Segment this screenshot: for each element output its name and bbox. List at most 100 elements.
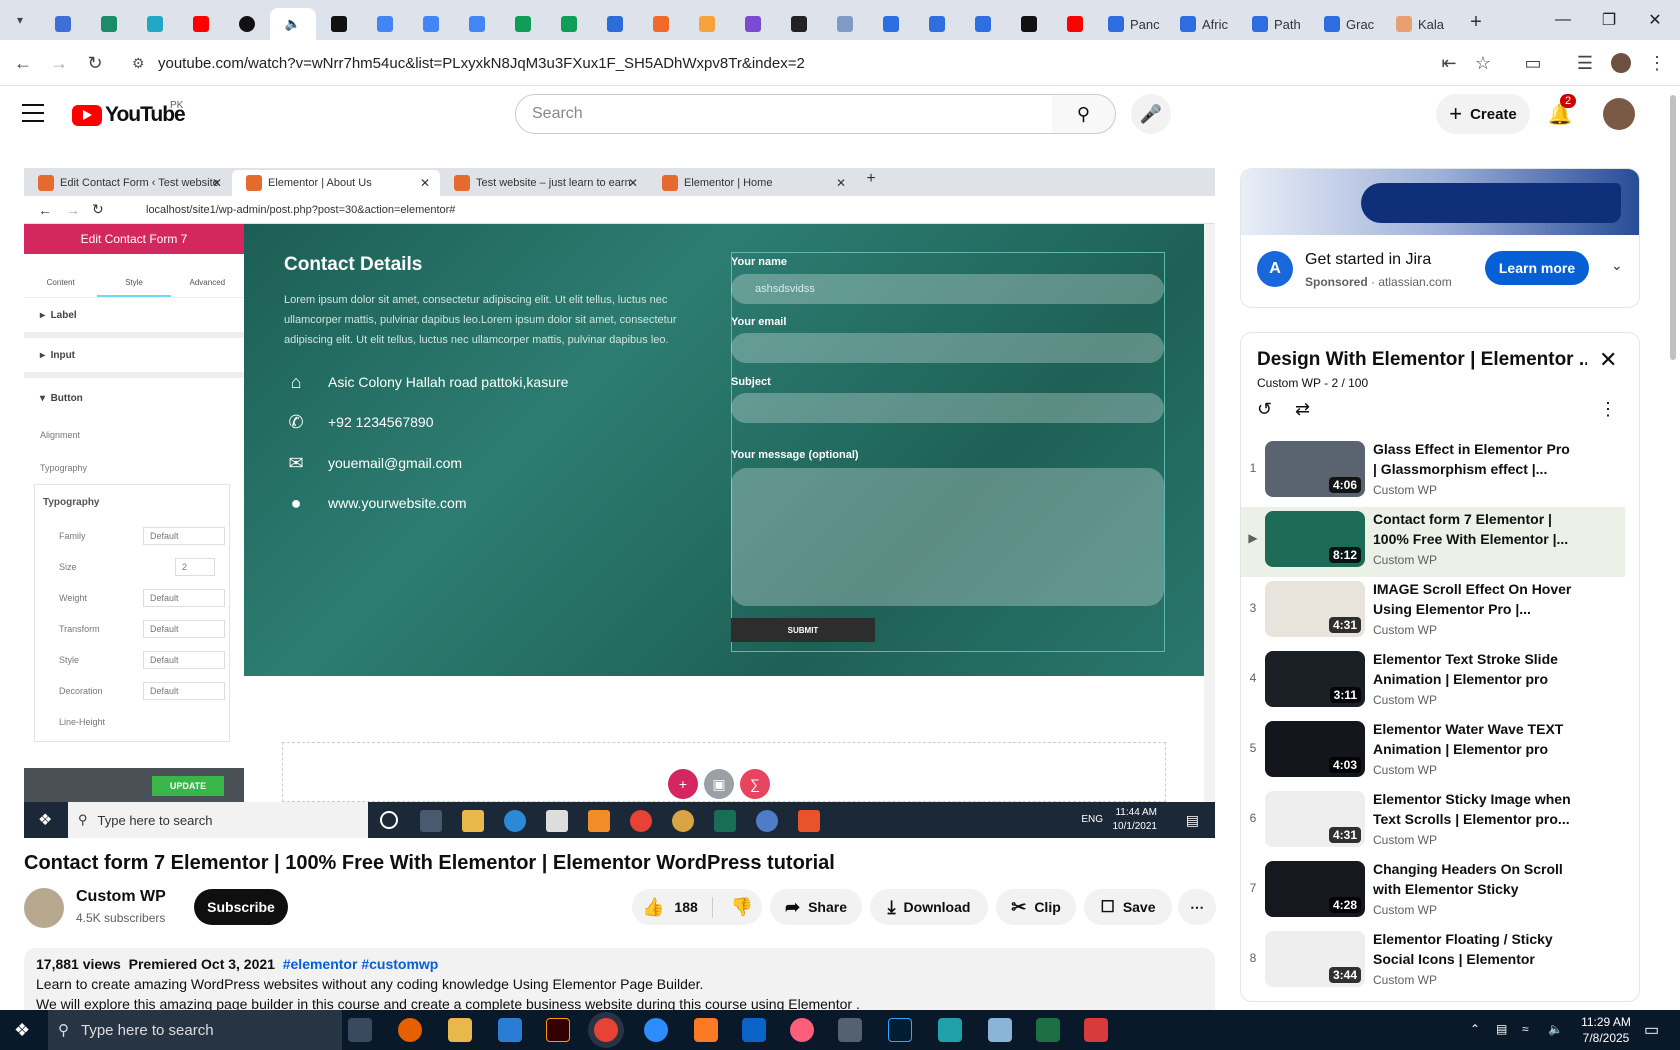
playlist-item[interactable]: 4 3:11 Elementor Text Stroke Slide Animati…: [1241, 647, 1625, 717]
page-scrollbar[interactable]: [1670, 95, 1676, 360]
browser-tab[interactable]: [960, 8, 1006, 40]
search-input[interactable]: Search: [515, 94, 1053, 134]
sponsored-ad[interactable]: A Get started in Jira Sponsored · atlass…: [1240, 168, 1640, 308]
volume-icon[interactable]: 🔈: [1548, 1022, 1563, 1036]
playlist-video-title[interactable]: Elementor Text Stroke Slide Animation | …: [1373, 649, 1573, 689]
address-bar[interactable]: ⚙ youtube.com/watch?v=wNrr7hm54uc&list=P…: [118, 45, 1458, 81]
wifi-icon[interactable]: ≈: [1522, 1022, 1529, 1036]
outlook-icon[interactable]: [742, 1018, 766, 1042]
browser-tab[interactable]: [914, 8, 960, 40]
illustrator-icon[interactable]: [546, 1018, 570, 1042]
video-thumbnail[interactable]: 4:31: [1265, 581, 1365, 637]
windows-start-icon[interactable]: ❖: [14, 1020, 30, 1041]
save-button[interactable]: ☐ Save: [1084, 889, 1172, 925]
video-thumbnail[interactable]: 4:06: [1265, 441, 1365, 497]
video-thumbnail[interactable]: 8:12: [1265, 511, 1365, 567]
chevron-down-icon[interactable]: ⌄: [1611, 257, 1623, 274]
close-icon[interactable]: ✕: [1599, 347, 1617, 373]
channel-avatar[interactable]: [24, 888, 64, 928]
browser-tab[interactable]: [684, 8, 730, 40]
more-actions-button[interactable]: ⋯: [1178, 889, 1216, 925]
network-icon[interactable]: ▤: [1496, 1022, 1507, 1036]
app-icon[interactable]: [938, 1018, 962, 1042]
photoshop-icon[interactable]: [888, 1018, 912, 1042]
chrome-menu-icon[interactable]: ⋮: [1642, 48, 1672, 78]
voice-search-button[interactable]: 🎤: [1131, 94, 1171, 134]
playlist-item[interactable]: ▶ 8:12 Contact form 7 Elementor | 100% Fre…: [1241, 507, 1625, 577]
browser-tab[interactable]: [362, 8, 408, 40]
video-thumbnail[interactable]: 4:28: [1265, 861, 1365, 917]
task-view-icon[interactable]: [348, 1018, 372, 1042]
browser-tab[interactable]: Kala: [1386, 8, 1458, 40]
browser-tab[interactable]: [776, 8, 822, 40]
browser-tab-active[interactable]: 🔈: [270, 8, 316, 40]
back-icon[interactable]: ←: [8, 48, 38, 78]
browser-tab[interactable]: [500, 8, 546, 40]
xampp-icon[interactable]: [694, 1018, 718, 1042]
browser-tab[interactable]: Path: [1242, 8, 1314, 40]
taskbar-clock[interactable]: 11:29 AM 7/8/2025: [1576, 1014, 1636, 1046]
playlist-item[interactable]: 6 4:31 Elementor Sticky Image when Text Sc…: [1241, 787, 1625, 857]
minimize-button[interactable]: —: [1540, 0, 1586, 40]
loop-icon[interactable]: ↺: [1257, 399, 1272, 420]
share-button[interactable]: ➦ Share: [770, 889, 862, 925]
tray-chevron-icon[interactable]: ⌃: [1470, 1022, 1480, 1036]
close-window-button[interactable]: ✕: [1632, 0, 1678, 40]
app-icon[interactable]: [1084, 1018, 1108, 1042]
clip-button[interactable]: ✂ Clip: [996, 889, 1076, 925]
playlist-video-title[interactable]: Elementor Floating / Sticky Social Icons…: [1373, 929, 1573, 969]
site-info-icon[interactable]: ⚙: [132, 55, 145, 72]
maximize-button[interactable]: ❐: [1586, 0, 1632, 40]
browser-tab[interactable]: [546, 8, 592, 40]
notifications-icon[interactable]: ▭: [1644, 1020, 1659, 1040]
create-button[interactable]: + Create: [1436, 94, 1530, 134]
browser-tab[interactable]: [730, 8, 776, 40]
browser-tab[interactable]: [822, 8, 868, 40]
playlist-video-title[interactable]: IMAGE Scroll Effect On Hover Using Eleme…: [1373, 579, 1573, 619]
browser-tab[interactable]: Panc: [1098, 8, 1170, 40]
chrome-icon[interactable]: [594, 1018, 618, 1042]
zoom-icon[interactable]: [644, 1018, 668, 1042]
hashtags[interactable]: #elementor #customwp: [283, 956, 439, 972]
video-player[interactable]: Edit Contact Form ‹ Test website ✕ Elemen…: [24, 168, 1215, 838]
playlist-item[interactable]: 8 3:44 Elementor Floating / Sticky Social …: [1241, 927, 1625, 997]
playlist-video-title[interactable]: Elementor Water Wave TEXT Animation | El…: [1373, 719, 1573, 759]
install-app-icon[interactable]: ⇤: [1434, 48, 1464, 78]
tab-search-icon[interactable]: ▾: [0, 0, 40, 40]
more-icon[interactable]: ⋮: [1599, 399, 1617, 420]
creative-cloud-icon[interactable]: [790, 1018, 814, 1042]
playlist-video-title[interactable]: Changing Headers On Scroll with Elemento…: [1373, 859, 1573, 899]
bookmark-star-icon[interactable]: ☆: [1468, 48, 1498, 78]
playlist-item[interactable]: 5 4:03 Elementor Water Wave TEXT Animation…: [1241, 717, 1625, 787]
browser-tab[interactable]: [86, 8, 132, 40]
notepad-icon[interactable]: [988, 1018, 1012, 1042]
pen-tool-icon[interactable]: [838, 1018, 862, 1042]
playlist-video-title[interactable]: Elementor Sticky Image when Text Scrolls…: [1373, 789, 1573, 829]
browser-tab[interactable]: [408, 8, 454, 40]
video-thumbnail[interactable]: 4:31: [1265, 791, 1365, 847]
account-avatar[interactable]: [1603, 98, 1635, 130]
browser-tab[interactable]: [132, 8, 178, 40]
browser-tab[interactable]: [316, 8, 362, 40]
playlist-item[interactable]: 1 4:06 Glass Effect in Elementor Pro | Gla…: [1241, 437, 1625, 507]
like-button[interactable]: 👍 188: [642, 896, 713, 918]
playlist-video-title[interactable]: Glass Effect in Elementor Pro | Glassmor…: [1373, 439, 1573, 479]
playlist-title[interactable]: Design With Elementor | Elementor ...: [1257, 349, 1587, 371]
extensions-icon[interactable]: ▭: [1518, 48, 1548, 78]
learn-more-button[interactable]: Learn more: [1485, 251, 1589, 285]
menu-icon[interactable]: [22, 104, 44, 128]
browser-tab[interactable]: [1006, 8, 1052, 40]
browser-tab[interactable]: Afric: [1170, 8, 1242, 40]
channel-name[interactable]: Custom WP: [76, 888, 166, 906]
youtube-logo[interactable]: YouTube: [72, 103, 186, 127]
vscode-icon[interactable]: [498, 1018, 522, 1042]
taskbar-search[interactable]: ⚲ Type here to search: [48, 1010, 342, 1050]
browser-tab[interactable]: [592, 8, 638, 40]
reload-icon[interactable]: ↻: [80, 48, 110, 78]
browser-tab[interactable]: [454, 8, 500, 40]
forward-icon[interactable]: →: [44, 48, 74, 78]
browser-tab[interactable]: Grac: [1314, 8, 1386, 40]
new-tab-button[interactable]: +: [1458, 6, 1494, 38]
dislike-button[interactable]: 👎: [721, 897, 753, 918]
file-explorer-icon[interactable]: [448, 1018, 472, 1042]
